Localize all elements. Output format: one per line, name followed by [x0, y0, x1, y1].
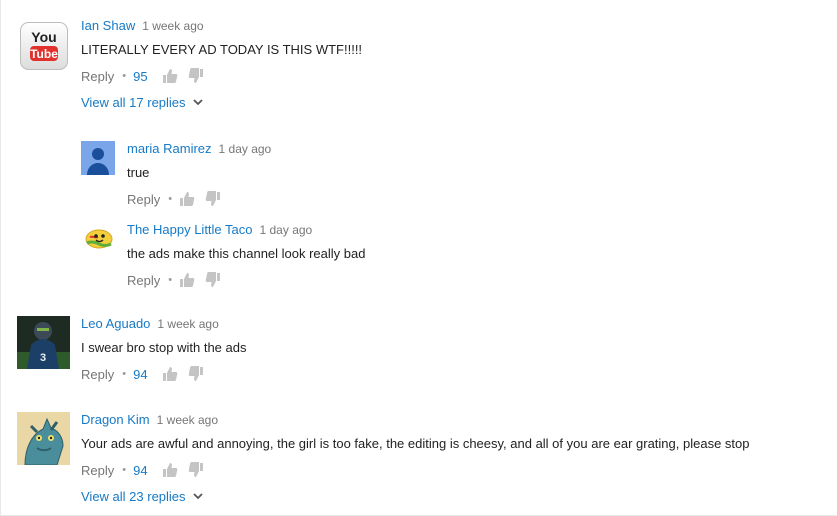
comment-text: I swear bro stop with the ads	[81, 340, 247, 355]
thumbs-up-icon[interactable]	[162, 68, 178, 84]
thumbs-up-icon[interactable]	[179, 191, 195, 207]
thumbs-down-icon[interactable]	[205, 191, 221, 207]
separator-dot: •	[122, 368, 127, 380]
like-count: 95	[133, 68, 148, 84]
comment-author[interactable]: Ian Shaw	[81, 18, 135, 33]
reply-button[interactable]: Reply	[127, 192, 160, 207]
view-replies-link[interactable]: View all 23 replies	[81, 488, 749, 504]
comment-text: Your ads are awful and annoying, the gir…	[81, 436, 750, 451]
comment-text: true	[127, 165, 150, 180]
comment-timestamp[interactable]: 1 week ago	[157, 413, 218, 427]
thumbs-up-icon[interactable]	[162, 366, 178, 382]
reply-button[interactable]: Reply	[127, 273, 160, 288]
comment-author[interactable]: Dragon Kim	[81, 412, 150, 427]
view-replies-label: View all 17 replies	[81, 94, 186, 110]
comment-text: the ads make this channel look really ba…	[127, 246, 366, 261]
thumbs-down-icon[interactable]	[188, 366, 204, 382]
comment-text: LITERALLY EVERY AD TODAY IS THIS WTF!!!!…	[81, 42, 363, 57]
comment-author[interactable]: Leo Aguado	[81, 316, 150, 331]
thumbs-up-icon[interactable]	[179, 272, 195, 288]
svg-text:3: 3	[40, 352, 46, 364]
chevron-down-icon	[192, 493, 203, 500]
view-replies-label: View all 23 replies	[81, 488, 186, 504]
separator-dot: •	[168, 193, 173, 205]
dragon-avatar[interactable]	[17, 412, 70, 465]
taco-avatar[interactable]	[81, 222, 115, 256]
like-count: 94	[133, 462, 148, 478]
reply-button[interactable]: Reply	[81, 69, 114, 84]
comment-timestamp[interactable]: 1 week ago	[157, 317, 218, 331]
view-replies-link[interactable]: View all 17 replies	[81, 94, 362, 110]
comment-timestamp[interactable]: 1 day ago	[260, 223, 313, 237]
youtube-logo-avatar[interactable]: You Tube	[20, 22, 68, 70]
thumbs-down-icon[interactable]	[188, 68, 204, 84]
like-count: 94	[133, 366, 148, 382]
reply-button[interactable]: Reply	[81, 463, 114, 478]
avatar-logo-text-tube: Tube	[30, 47, 58, 61]
avatar-logo-text-you: You	[31, 29, 56, 45]
default-person-avatar[interactable]	[81, 141, 115, 175]
reply-button[interactable]: Reply	[81, 367, 114, 382]
comment-timestamp[interactable]: 1 week ago	[142, 19, 203, 33]
separator-dot: •	[168, 274, 173, 286]
separator-dot: •	[122, 70, 127, 82]
comment-author[interactable]: maria Ramirez	[127, 141, 212, 156]
thumbs-down-icon[interactable]	[188, 462, 204, 478]
thumbs-down-icon[interactable]	[205, 272, 221, 288]
football-player-avatar[interactable]: 3	[17, 316, 70, 369]
thumbs-up-icon[interactable]	[162, 462, 178, 478]
chevron-down-icon	[192, 99, 203, 106]
separator-dot: •	[122, 464, 127, 476]
comment-author[interactable]: The Happy Little Taco	[127, 222, 253, 237]
comment-timestamp[interactable]: 1 day ago	[219, 142, 272, 156]
